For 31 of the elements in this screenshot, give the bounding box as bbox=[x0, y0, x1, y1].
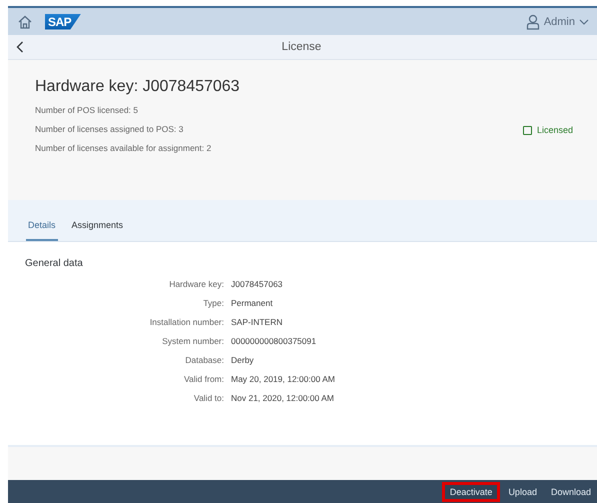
back-icon[interactable] bbox=[16, 41, 24, 53]
user-menu[interactable]: Admin bbox=[526, 14, 589, 30]
footer-button[interactable]: Deactivate bbox=[442, 482, 500, 502]
section-title: General data bbox=[25, 258, 84, 269]
field-label: Hardware key: bbox=[169, 279, 224, 289]
attribute-text: Number of licenses available for assignment: 2 bbox=[35, 143, 212, 153]
tab[interactable]: Assignments bbox=[70, 220, 126, 241]
object-title: Hardware key: J0078457063 bbox=[35, 78, 240, 96]
field-label: Valid from: bbox=[184, 374, 224, 384]
field-value: Permanent bbox=[231, 298, 273, 308]
field-label: Installation number: bbox=[150, 317, 224, 327]
field-label: Valid to: bbox=[194, 393, 224, 403]
logo[interactable]: SAP bbox=[45, 14, 82, 30]
status-label: Licensed bbox=[522, 124, 573, 136]
field-value: 000000000800375091 bbox=[231, 336, 316, 346]
footer-button[interactable]: Download bbox=[544, 482, 597, 500]
field-label: System number: bbox=[162, 336, 224, 346]
page-title: License bbox=[280, 41, 322, 53]
home-icon[interactable] bbox=[17, 14, 33, 30]
field-value: Nov 21, 2020, 12:00:00 AM bbox=[231, 393, 334, 403]
field-value: May 20, 2019, 12:00:00 AM bbox=[231, 374, 335, 384]
field-value: J0078457063 bbox=[231, 279, 283, 289]
field-value: Derby bbox=[231, 355, 254, 365]
chevron-down-icon bbox=[579, 18, 589, 26]
field-label: Database: bbox=[185, 355, 224, 365]
attribute-text: Number of POS licensed: 5 bbox=[35, 105, 139, 115]
footer-button[interactable]: Upload bbox=[502, 482, 543, 500]
user-icon bbox=[526, 14, 540, 30]
field-label: Type: bbox=[203, 298, 224, 308]
field-value: SAP-INTERN bbox=[231, 317, 282, 327]
attribute-text: Number of licenses assigned to POS: 3 bbox=[35, 124, 184, 134]
